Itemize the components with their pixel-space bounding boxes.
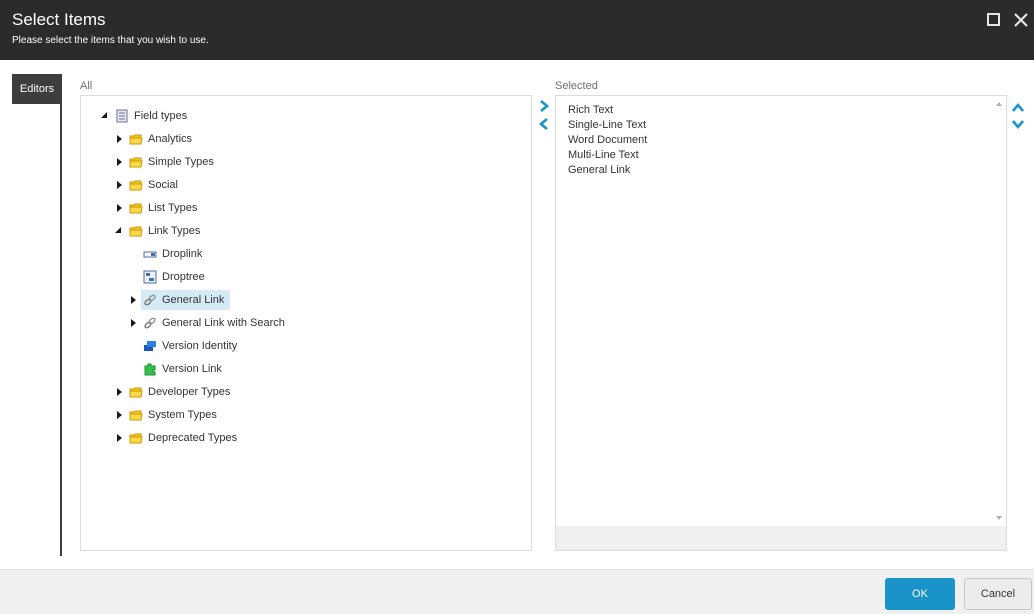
folder-icon	[129, 132, 143, 146]
link-chain-icon	[143, 293, 157, 307]
expanded-arrow-icon[interactable]	[115, 227, 121, 233]
collapsed-arrow-icon[interactable]	[131, 296, 136, 304]
tree-item[interactable]: Droplink	[143, 244, 202, 264]
tree-item[interactable]: General Link	[131, 290, 231, 310]
tree-item-label: Link Types	[148, 225, 201, 237]
folder-icon	[129, 408, 143, 422]
droplink-icon	[143, 247, 157, 261]
tab-editors[interactable]: Editors	[12, 74, 62, 104]
tree-item[interactable]: Developer Types	[117, 382, 231, 402]
selected-column-label: Selected	[555, 80, 598, 92]
droptree-icon	[143, 270, 157, 284]
tree-item[interactable]: List Types	[117, 198, 198, 218]
tree-item[interactable]: Deprecated Types	[117, 428, 238, 448]
puzzle-icon	[143, 362, 157, 376]
selected-list-item[interactable]: Multi-Line Text	[568, 149, 639, 161]
selected-list-item[interactable]: Word Document	[568, 134, 647, 146]
folder-icon	[129, 201, 143, 215]
sidebar-divider	[60, 74, 62, 556]
ok-button[interactable]: OK	[885, 578, 955, 610]
scroll-down-icon[interactable]	[996, 516, 1002, 520]
tree-item[interactable]: Analytics	[117, 129, 193, 149]
tree-item[interactable]: System Types	[117, 405, 217, 425]
cancel-button[interactable]: Cancel	[964, 578, 1032, 610]
tree-item-label: Deprecated Types	[148, 432, 238, 444]
dialog-footer: OK Cancel	[0, 569, 1034, 614]
scroll-up-icon[interactable]	[996, 102, 1002, 106]
selected-items-panel: Rich Text Single-Line Text Word Document Mu…	[555, 95, 1007, 551]
folder-icon	[129, 385, 143, 399]
tree-item[interactable]: Social	[117, 175, 178, 195]
tree-item[interactable]: General Link with Search	[131, 313, 285, 333]
selected-list-item[interactable]: General Link	[568, 164, 630, 176]
selected-list-item[interactable]: Rich Text	[568, 104, 613, 116]
selected-list-item[interactable]: Single-Line Text	[568, 119, 646, 131]
close-icon	[1014, 13, 1028, 27]
tree-item-label: General Link with Search	[162, 317, 285, 329]
maximize-button[interactable]	[985, 11, 1003, 29]
tree-item-label: Social	[148, 179, 178, 191]
move-up-button[interactable]	[1011, 101, 1025, 115]
tree-item[interactable]: Field types	[101, 106, 188, 126]
all-items-tree[interactable]: Field types Analytics Simple Types Social Li…	[80, 95, 532, 551]
tree-item-label: Field types	[134, 110, 188, 122]
collapsed-arrow-icon[interactable]	[131, 319, 136, 327]
tree-item-label: Analytics	[148, 133, 193, 145]
tree-item[interactable]: Version Identity	[143, 336, 237, 356]
folder-icon	[129, 431, 143, 445]
tree-item-label: Simple Types	[148, 156, 214, 168]
collapsed-arrow-icon[interactable]	[117, 204, 122, 212]
close-button[interactable]	[1012, 11, 1030, 29]
add-selected-button[interactable]	[537, 99, 551, 113]
template-icon	[115, 109, 129, 123]
move-down-button[interactable]	[1011, 117, 1025, 131]
folder-icon	[129, 155, 143, 169]
tree-item-label: Version Identity	[162, 340, 238, 352]
collapsed-arrow-icon[interactable]	[117, 181, 122, 189]
chevron-left-icon	[538, 118, 548, 130]
tree-item-label: List Types	[148, 202, 198, 214]
dialog-header: Select Items Please select the items tha…	[0, 0, 1034, 60]
tree-item-label: General Link	[162, 294, 225, 306]
folder-icon	[129, 224, 143, 238]
chevron-down-icon	[1012, 120, 1024, 130]
maximize-icon	[987, 13, 1000, 26]
chevron-up-icon	[1012, 102, 1024, 112]
collapsed-arrow-icon[interactable]	[117, 135, 122, 143]
tree-item[interactable]: Version Link	[143, 359, 222, 379]
dialog-title: Select Items	[12, 10, 106, 29]
collapsed-arrow-icon[interactable]	[117, 411, 122, 419]
collapsed-arrow-icon[interactable]	[117, 388, 122, 396]
link-chain-icon	[143, 316, 157, 330]
all-column-label: All	[80, 80, 93, 92]
tree-item[interactable]: Simple Types	[117, 152, 214, 172]
tree-item[interactable]: Droptree	[143, 267, 205, 287]
selected-items-list[interactable]: Rich Text Single-Line Text Word Document Mu…	[556, 96, 992, 526]
chevron-right-icon	[540, 100, 550, 112]
tree-item-label: System Types	[148, 409, 217, 421]
folder-icon	[129, 178, 143, 192]
tree-item-label: Droptree	[162, 271, 205, 283]
tree-item-label: Developer Types	[148, 386, 231, 398]
remove-selected-button[interactable]	[537, 117, 551, 131]
tree-item[interactable]: Link Types	[115, 221, 201, 241]
selected-scrollbar[interactable]	[992, 96, 1006, 526]
dialog-subtitle: Please select the items that you wish to…	[12, 35, 209, 46]
expanded-arrow-icon[interactable]	[101, 112, 107, 118]
tree-item-label: Droplink	[162, 248, 203, 260]
version-identity-icon	[143, 339, 157, 353]
tree-item-label: Version Link	[162, 363, 222, 375]
collapsed-arrow-icon[interactable]	[117, 158, 122, 166]
collapsed-arrow-icon[interactable]	[117, 434, 122, 442]
